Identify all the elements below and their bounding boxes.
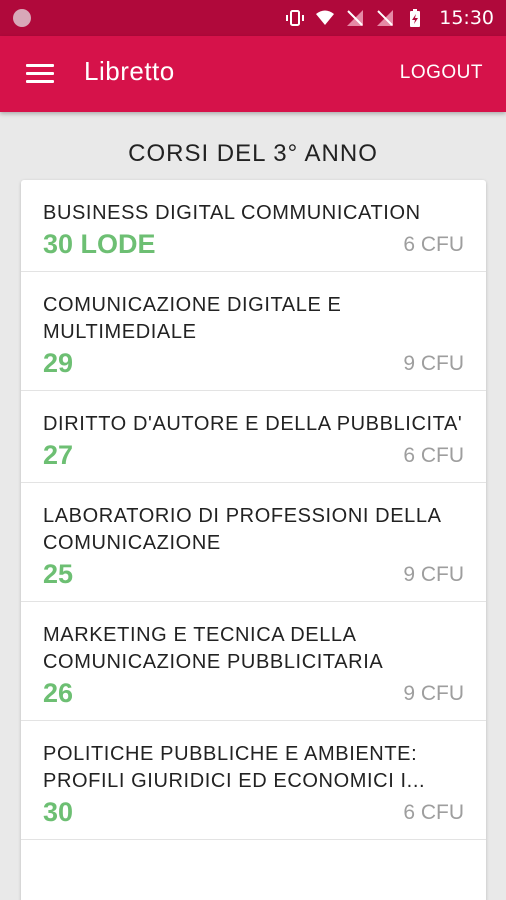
grade-row: 30 6 CFU xyxy=(43,795,464,839)
wifi-icon xyxy=(316,10,335,25)
course-grade: 30 LODE xyxy=(43,229,156,259)
grade-row: 26 9 CFU xyxy=(43,676,464,720)
course-name: BUSINESS DIGITAL COMMUNICATION xyxy=(43,202,421,224)
courses-card: BUSINESS DIGITAL COMMUNICATION 30 LODE 6… xyxy=(21,180,486,900)
course-name: LABORATORIO DI PROFESSIONI DELLA COMUNIC… xyxy=(43,505,441,554)
grade-row: 30 LODE 6 CFU xyxy=(43,227,464,271)
section-title: CORSI DEL 3° ANNO xyxy=(128,140,378,167)
course-grade: 25 xyxy=(43,559,74,589)
grade-row: 25 9 CFU xyxy=(43,557,464,601)
course-cfu: 9 CFU xyxy=(403,682,464,705)
no-signal-icon xyxy=(347,10,364,26)
vibrate-icon xyxy=(286,10,305,26)
course-grade: 30 xyxy=(43,797,74,827)
app-title: Libretto xyxy=(84,56,175,86)
notification-dot-icon xyxy=(13,9,31,27)
course-item[interactable]: MARKETING E TECNICA DELLA COMUNICAZIONE … xyxy=(21,602,486,721)
grade-row: 29 9 CFU xyxy=(43,346,464,390)
course-cfu: 9 CFU xyxy=(403,563,464,586)
course-grade: 26 xyxy=(43,678,74,708)
no-signal-icon-2 xyxy=(377,10,394,26)
course-item[interactable]: POLITICHE PUBBLICHE E AMBIENTE: PROFILI … xyxy=(21,721,486,840)
course-cfu: 9 CFU xyxy=(403,352,464,375)
course-cfu: 6 CFU xyxy=(403,233,464,256)
status-icons: 15:30 xyxy=(285,0,494,36)
hamburger-menu-icon[interactable] xyxy=(26,64,54,84)
status-time: 15:30 xyxy=(439,7,494,29)
logout-button[interactable]: LOGOUT xyxy=(400,62,483,84)
course-name: MARKETING E TECNICA DELLA COMUNICAZIONE … xyxy=(43,624,384,673)
course-item[interactable]: BUSINESS DIGITAL COMMUNICATION 30 LODE 6… xyxy=(21,180,486,272)
course-item[interactable]: LABORATORIO DI PROFESSIONI DELLA COMUNIC… xyxy=(21,483,486,602)
grade-row: 27 6 CFU xyxy=(43,438,464,482)
status-bar: 15:30 xyxy=(0,0,506,36)
course-cfu: 6 CFU xyxy=(403,444,464,467)
course-cfu: 6 CFU xyxy=(403,801,464,824)
course-item[interactable]: COMUNICAZIONE DIGITALE E MULTIMEDIALE 29… xyxy=(21,272,486,391)
app-bar: Libretto LOGOUT xyxy=(0,36,506,112)
course-grade: 27 xyxy=(43,440,74,470)
course-name: POLITICHE PUBBLICHE E AMBIENTE: PROFILI … xyxy=(43,743,426,792)
course-grade: 29 xyxy=(43,348,74,378)
course-name: DIRITTO D'AUTORE E DELLA PUBBLICITA' xyxy=(43,413,463,435)
battery-charging-icon xyxy=(410,9,421,27)
course-item[interactable]: DIRITTO D'AUTORE E DELLA PUBBLICITA' 27 … xyxy=(21,391,486,483)
course-name: COMUNICAZIONE DIGITALE E MULTIMEDIALE xyxy=(43,294,342,343)
